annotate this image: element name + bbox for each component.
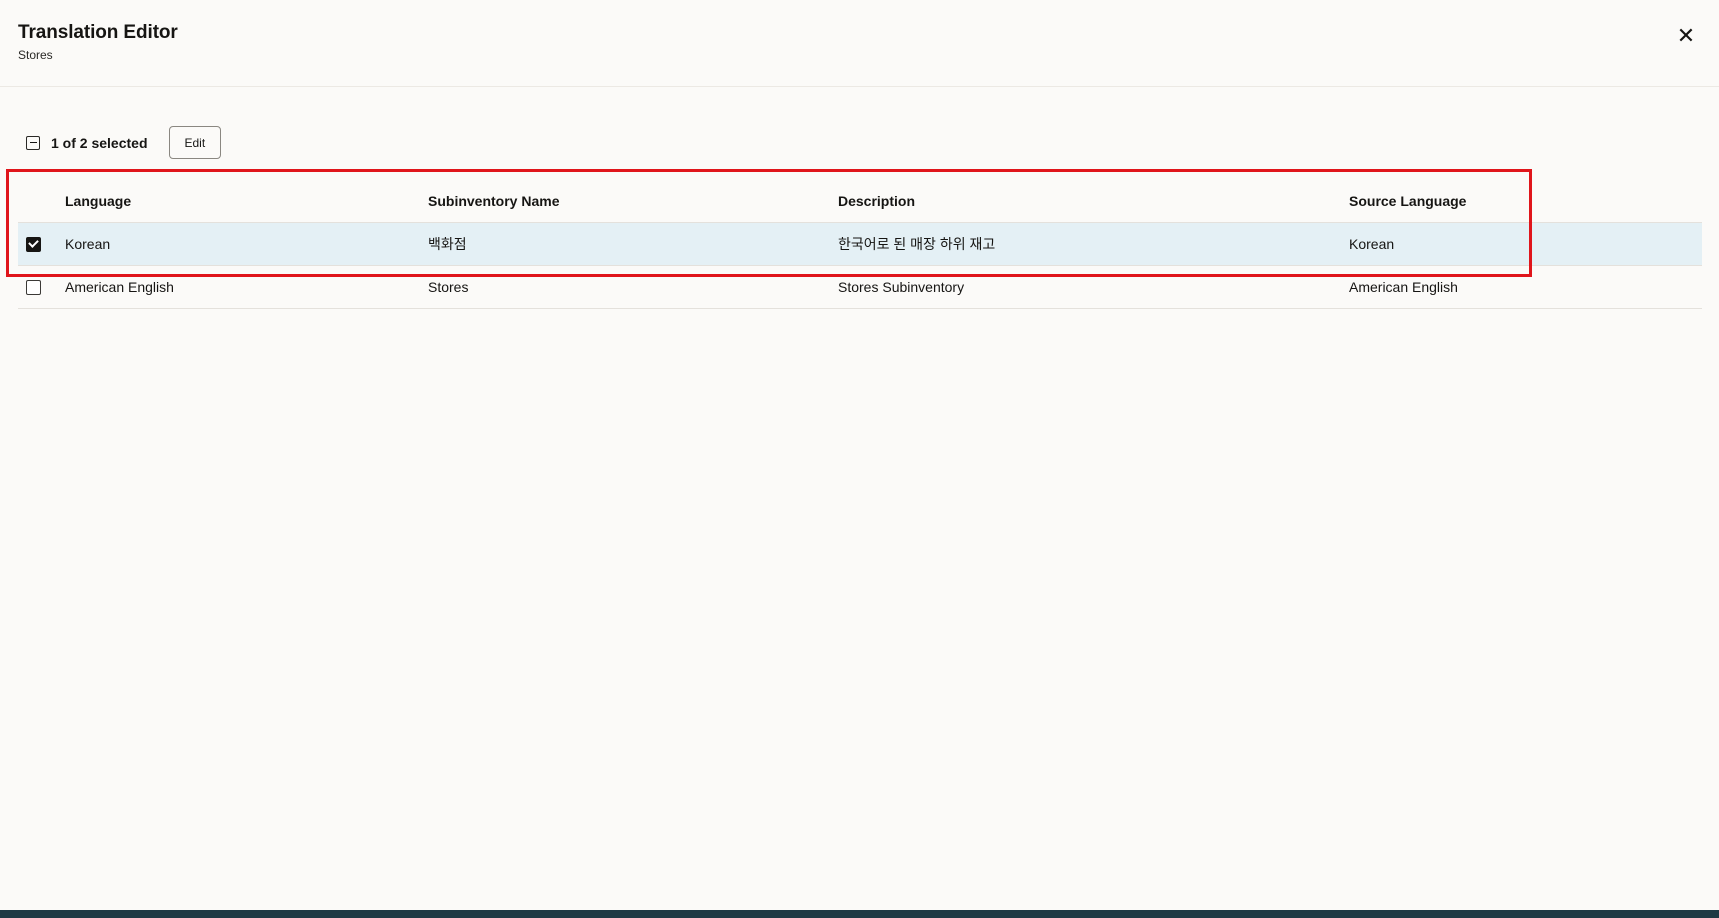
column-header-description[interactable]: Description (838, 193, 1349, 209)
cell-language: American English (65, 279, 174, 295)
column-header-source-language[interactable]: Source Language (1349, 193, 1702, 209)
column-header-subinventory-name[interactable]: Subinventory Name (428, 193, 838, 209)
row-checkbox[interactable] (26, 236, 41, 252)
selection-count: 1 of 2 selected (51, 134, 148, 151)
cell-language: Korean (65, 236, 111, 252)
translations-table: Language Subinventory Name Description S… (18, 179, 1702, 309)
translation-editor-dialog: Translation Editor Stores ✕ 1 of 2 selec… (0, 0, 1719, 918)
cell-description: 한국어로 된 매장 하위 재고 (838, 236, 996, 252)
page-subtitle: Stores (18, 48, 53, 62)
close-button[interactable]: ✕ (1670, 20, 1702, 52)
row-check-cell (18, 279, 65, 295)
close-icon: ✕ (1676, 23, 1696, 48)
dialog-header: Translation Editor Stores ✕ (0, 0, 1719, 87)
bottom-taskbar-strip (0, 910, 1719, 918)
row-checkbox[interactable] (26, 279, 41, 295)
cell-subinventory-name: Stores (428, 279, 469, 295)
cell-source-language: American English (1349, 279, 1458, 295)
cell-source-language: Korean (1349, 236, 1395, 252)
edit-button[interactable]: Edit (168, 126, 222, 159)
table-toolbar: 1 of 2 selected Edit (26, 126, 222, 159)
table-header: Language Subinventory Name Description S… (18, 179, 1702, 223)
select-all-checkbox[interactable] (26, 135, 40, 150)
table-row[interactable]: American English Stores Stores Subinvent… (18, 266, 1702, 309)
cell-subinventory-name: 백화점 (428, 236, 467, 252)
column-header-language[interactable]: Language (65, 193, 428, 209)
row-check-cell (18, 236, 65, 252)
page-title: Translation Editor (18, 22, 178, 43)
cell-description: Stores Subinventory (838, 279, 965, 295)
table-row[interactable]: Korean 백화점 한국어로 된 매장 하위 재고 Korean (18, 223, 1702, 266)
